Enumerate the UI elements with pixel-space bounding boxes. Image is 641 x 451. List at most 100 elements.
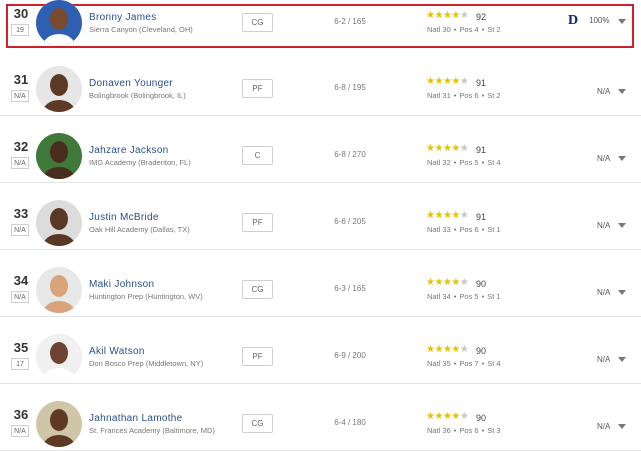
- player-name-link[interactable]: Jahnathan Lamothe: [89, 413, 183, 424]
- position-badge: C: [242, 146, 273, 165]
- position-rank: Pos 6: [459, 225, 479, 234]
- rank-number: 35: [13, 340, 29, 355]
- player-name-link[interactable]: Jahzare Jackson: [89, 145, 169, 156]
- star-icon: ★: [451, 344, 460, 355]
- prediction-value[interactable]: N/A: [597, 221, 610, 230]
- position-badge: PF: [242, 79, 273, 98]
- player-row[interactable]: 32 N/A Jahzare Jackson IMG Academy (Bradent…: [0, 117, 641, 183]
- star-icon: ★: [459, 411, 469, 422]
- player-school: Don Bosco Prep (Middletown, NY): [89, 359, 204, 368]
- state-rank: St 1: [487, 292, 501, 301]
- player-row[interactable]: 33 N/A Justin McBride Oak Hill Academy (Dal…: [0, 184, 641, 250]
- star-rating: ★★★★★: [426, 76, 469, 87]
- prediction-value[interactable]: N/A: [597, 87, 610, 96]
- position-rank: Pos 7: [459, 359, 479, 368]
- star-icon: ★: [451, 411, 460, 422]
- previous-rank-badge: N/A: [11, 157, 29, 169]
- player-photo: [36, 267, 82, 313]
- star-icon: ★: [451, 143, 460, 154]
- player-row[interactable]: 34 N/A Maki Johnson Huntington Prep (Huntin…: [0, 251, 641, 317]
- national-rank: Natl 30: [427, 25, 451, 34]
- player-avatar[interactable]: [36, 267, 82, 313]
- rank-number: 30: [13, 6, 29, 21]
- sub-rankings: Natl 33 • Pos 6 • St 1: [427, 225, 501, 234]
- player-name-link[interactable]: Maki Johnson: [89, 279, 154, 290]
- player-row[interactable]: 35 17 Akil Watson Don Bosco Prep (Middletow…: [0, 318, 641, 384]
- player-avatar[interactable]: [36, 66, 82, 112]
- separator-dot: •: [453, 91, 457, 100]
- star-icon: ★: [451, 10, 460, 21]
- position-badge: CG: [242, 280, 273, 299]
- player-name-link[interactable]: Bronny James: [89, 12, 157, 23]
- composite-rating: 92: [476, 12, 487, 22]
- star-icon: ★: [459, 210, 469, 221]
- player-name-link[interactable]: Justin McBride: [89, 212, 159, 223]
- rank-number: 36: [13, 407, 29, 422]
- photo-head: [50, 8, 68, 30]
- chevron-down-icon[interactable]: [618, 19, 626, 24]
- chevron-down-icon[interactable]: [618, 357, 626, 362]
- previous-rank-badge: N/A: [11, 425, 29, 437]
- position-badge: CG: [242, 414, 273, 433]
- prediction-percent[interactable]: 100%: [589, 16, 609, 25]
- player-row[interactable]: 30 19 Bronny James Sierra Canyon (Cleveland…: [0, 0, 641, 50]
- player-avatar[interactable]: [36, 200, 82, 246]
- star-icon: ★: [451, 76, 460, 87]
- player-avatar[interactable]: [36, 334, 82, 380]
- state-rank: St 2: [487, 25, 501, 34]
- position-rank: Pos 5: [459, 158, 479, 167]
- photo-head: [50, 342, 68, 364]
- prediction-value[interactable]: N/A: [597, 422, 610, 431]
- sub-rankings: Natl 35 • Pos 7 • St 4: [427, 359, 501, 368]
- player-photo: [36, 66, 82, 112]
- height-weight: 6-2 / 165: [334, 17, 366, 26]
- player-name-link[interactable]: Donaven Younger: [89, 78, 173, 89]
- height-weight: 6-6 / 205: [334, 217, 366, 226]
- duke-logo-icon[interactable]: D: [568, 14, 582, 28]
- star-rating: ★★★★★: [426, 143, 469, 154]
- chevron-down-icon[interactable]: [618, 156, 626, 161]
- prediction-value[interactable]: N/A: [597, 288, 610, 297]
- position-badge: PF: [242, 347, 273, 366]
- position-rank: Pos 6: [459, 426, 479, 435]
- state-rank: St 2: [487, 91, 501, 100]
- previous-rank-badge: 17: [11, 358, 29, 370]
- chevron-down-icon[interactable]: [618, 223, 626, 228]
- star-rating: ★★★★★: [426, 277, 469, 288]
- player-row[interactable]: 31 N/A Donaven Younger Bolingbrook (Bolingb…: [0, 50, 641, 116]
- separator-dot: •: [481, 25, 485, 34]
- chevron-down-icon[interactable]: [618, 424, 626, 429]
- photo-head: [50, 208, 68, 230]
- height-weight: 6-8 / 270: [334, 150, 366, 159]
- player-avatar[interactable]: [36, 133, 82, 179]
- separator-dot: •: [481, 292, 485, 301]
- player-photo: [36, 334, 82, 380]
- sub-rankings: Natl 32 • Pos 5 • St 4: [427, 158, 501, 167]
- player-school: IMG Academy (Bradenton, FL): [89, 158, 191, 167]
- separator-dot: •: [453, 359, 457, 368]
- separator-dot: •: [453, 426, 457, 435]
- photo-head: [50, 74, 68, 96]
- chevron-down-icon[interactable]: [618, 89, 626, 94]
- position-badge: PF: [242, 213, 273, 232]
- star-icon: ★: [434, 277, 443, 288]
- star-icon: ★: [459, 277, 469, 288]
- position-rank: Pos 6: [459, 91, 479, 100]
- player-row[interactable]: 36 N/A Jahnathan Lamothe St. Frances Academ…: [0, 385, 641, 451]
- separator-dot: •: [453, 158, 457, 167]
- national-rank: Natl 31: [427, 91, 451, 100]
- prediction-value[interactable]: N/A: [597, 154, 610, 163]
- sub-rankings: Natl 34 • Pos 5 • St 1: [427, 292, 501, 301]
- previous-rank-badge: N/A: [11, 224, 29, 236]
- prediction-value[interactable]: N/A: [597, 355, 610, 364]
- height-weight: 6-8 / 195: [334, 83, 366, 92]
- player-avatar[interactable]: [36, 401, 82, 447]
- rank-number: 33: [13, 206, 29, 221]
- height-weight: 6-9 / 200: [334, 351, 366, 360]
- player-avatar[interactable]: [36, 0, 82, 46]
- chevron-down-icon[interactable]: [618, 290, 626, 295]
- separator-dot: •: [481, 426, 485, 435]
- composite-rating: 90: [476, 413, 487, 423]
- player-name-link[interactable]: Akil Watson: [89, 346, 145, 357]
- photo-head: [50, 275, 68, 297]
